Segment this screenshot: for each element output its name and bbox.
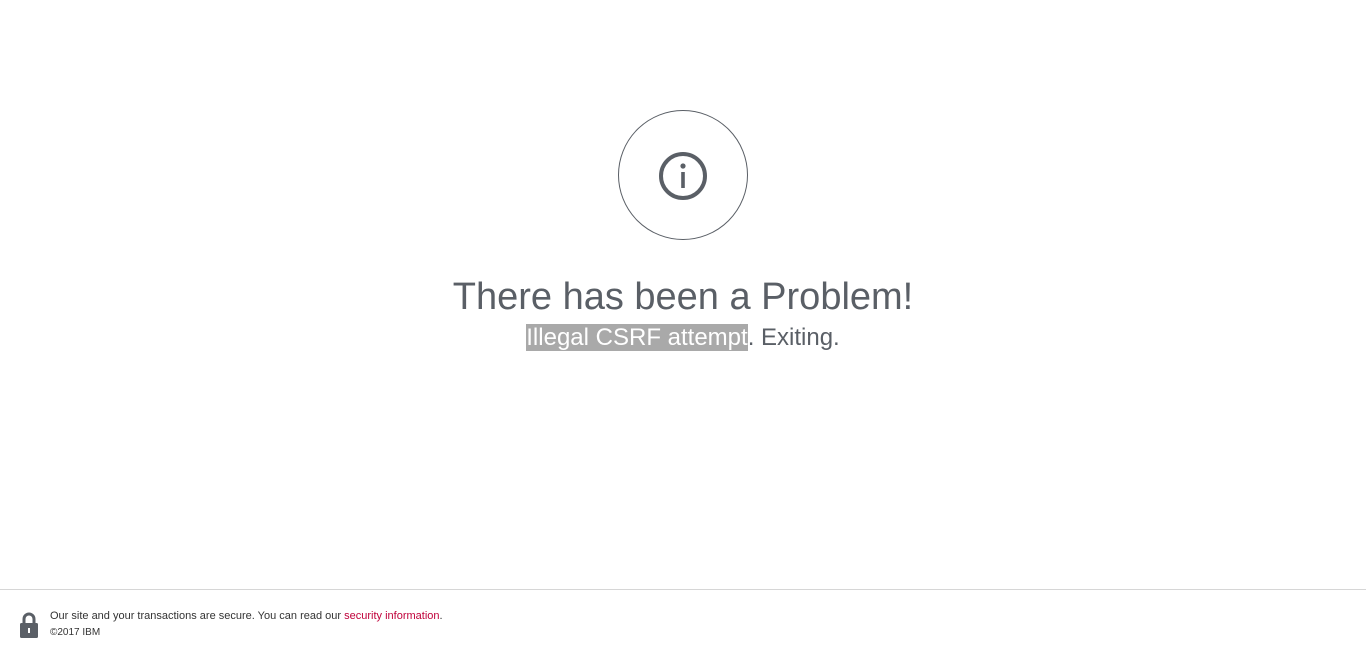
security-information-link[interactable]: security information (344, 610, 439, 622)
error-title: There has been a Problem! (452, 276, 914, 318)
lock-icon (20, 612, 38, 638)
error-message-highlighted: Illegal CSRF attempt (526, 324, 748, 351)
security-notice: Our site and your transactions are secur… (50, 609, 443, 623)
security-notice-period: . (439, 610, 443, 622)
error-message: Illegal CSRF attempt. Exiting. (0, 324, 1366, 352)
error-page: There has been a Problem! Illegal CSRF a… (0, 0, 1366, 659)
copyright: ©2017 IBM (50, 627, 101, 638)
footer-divider (0, 589, 1366, 590)
footer-text: Our site and your transactions are secur… (50, 609, 443, 640)
security-notice-text: Our site and your transactions are secur… (50, 610, 345, 622)
error-message-rest: . Exiting. (747, 324, 840, 351)
info-icon (659, 152, 707, 200)
